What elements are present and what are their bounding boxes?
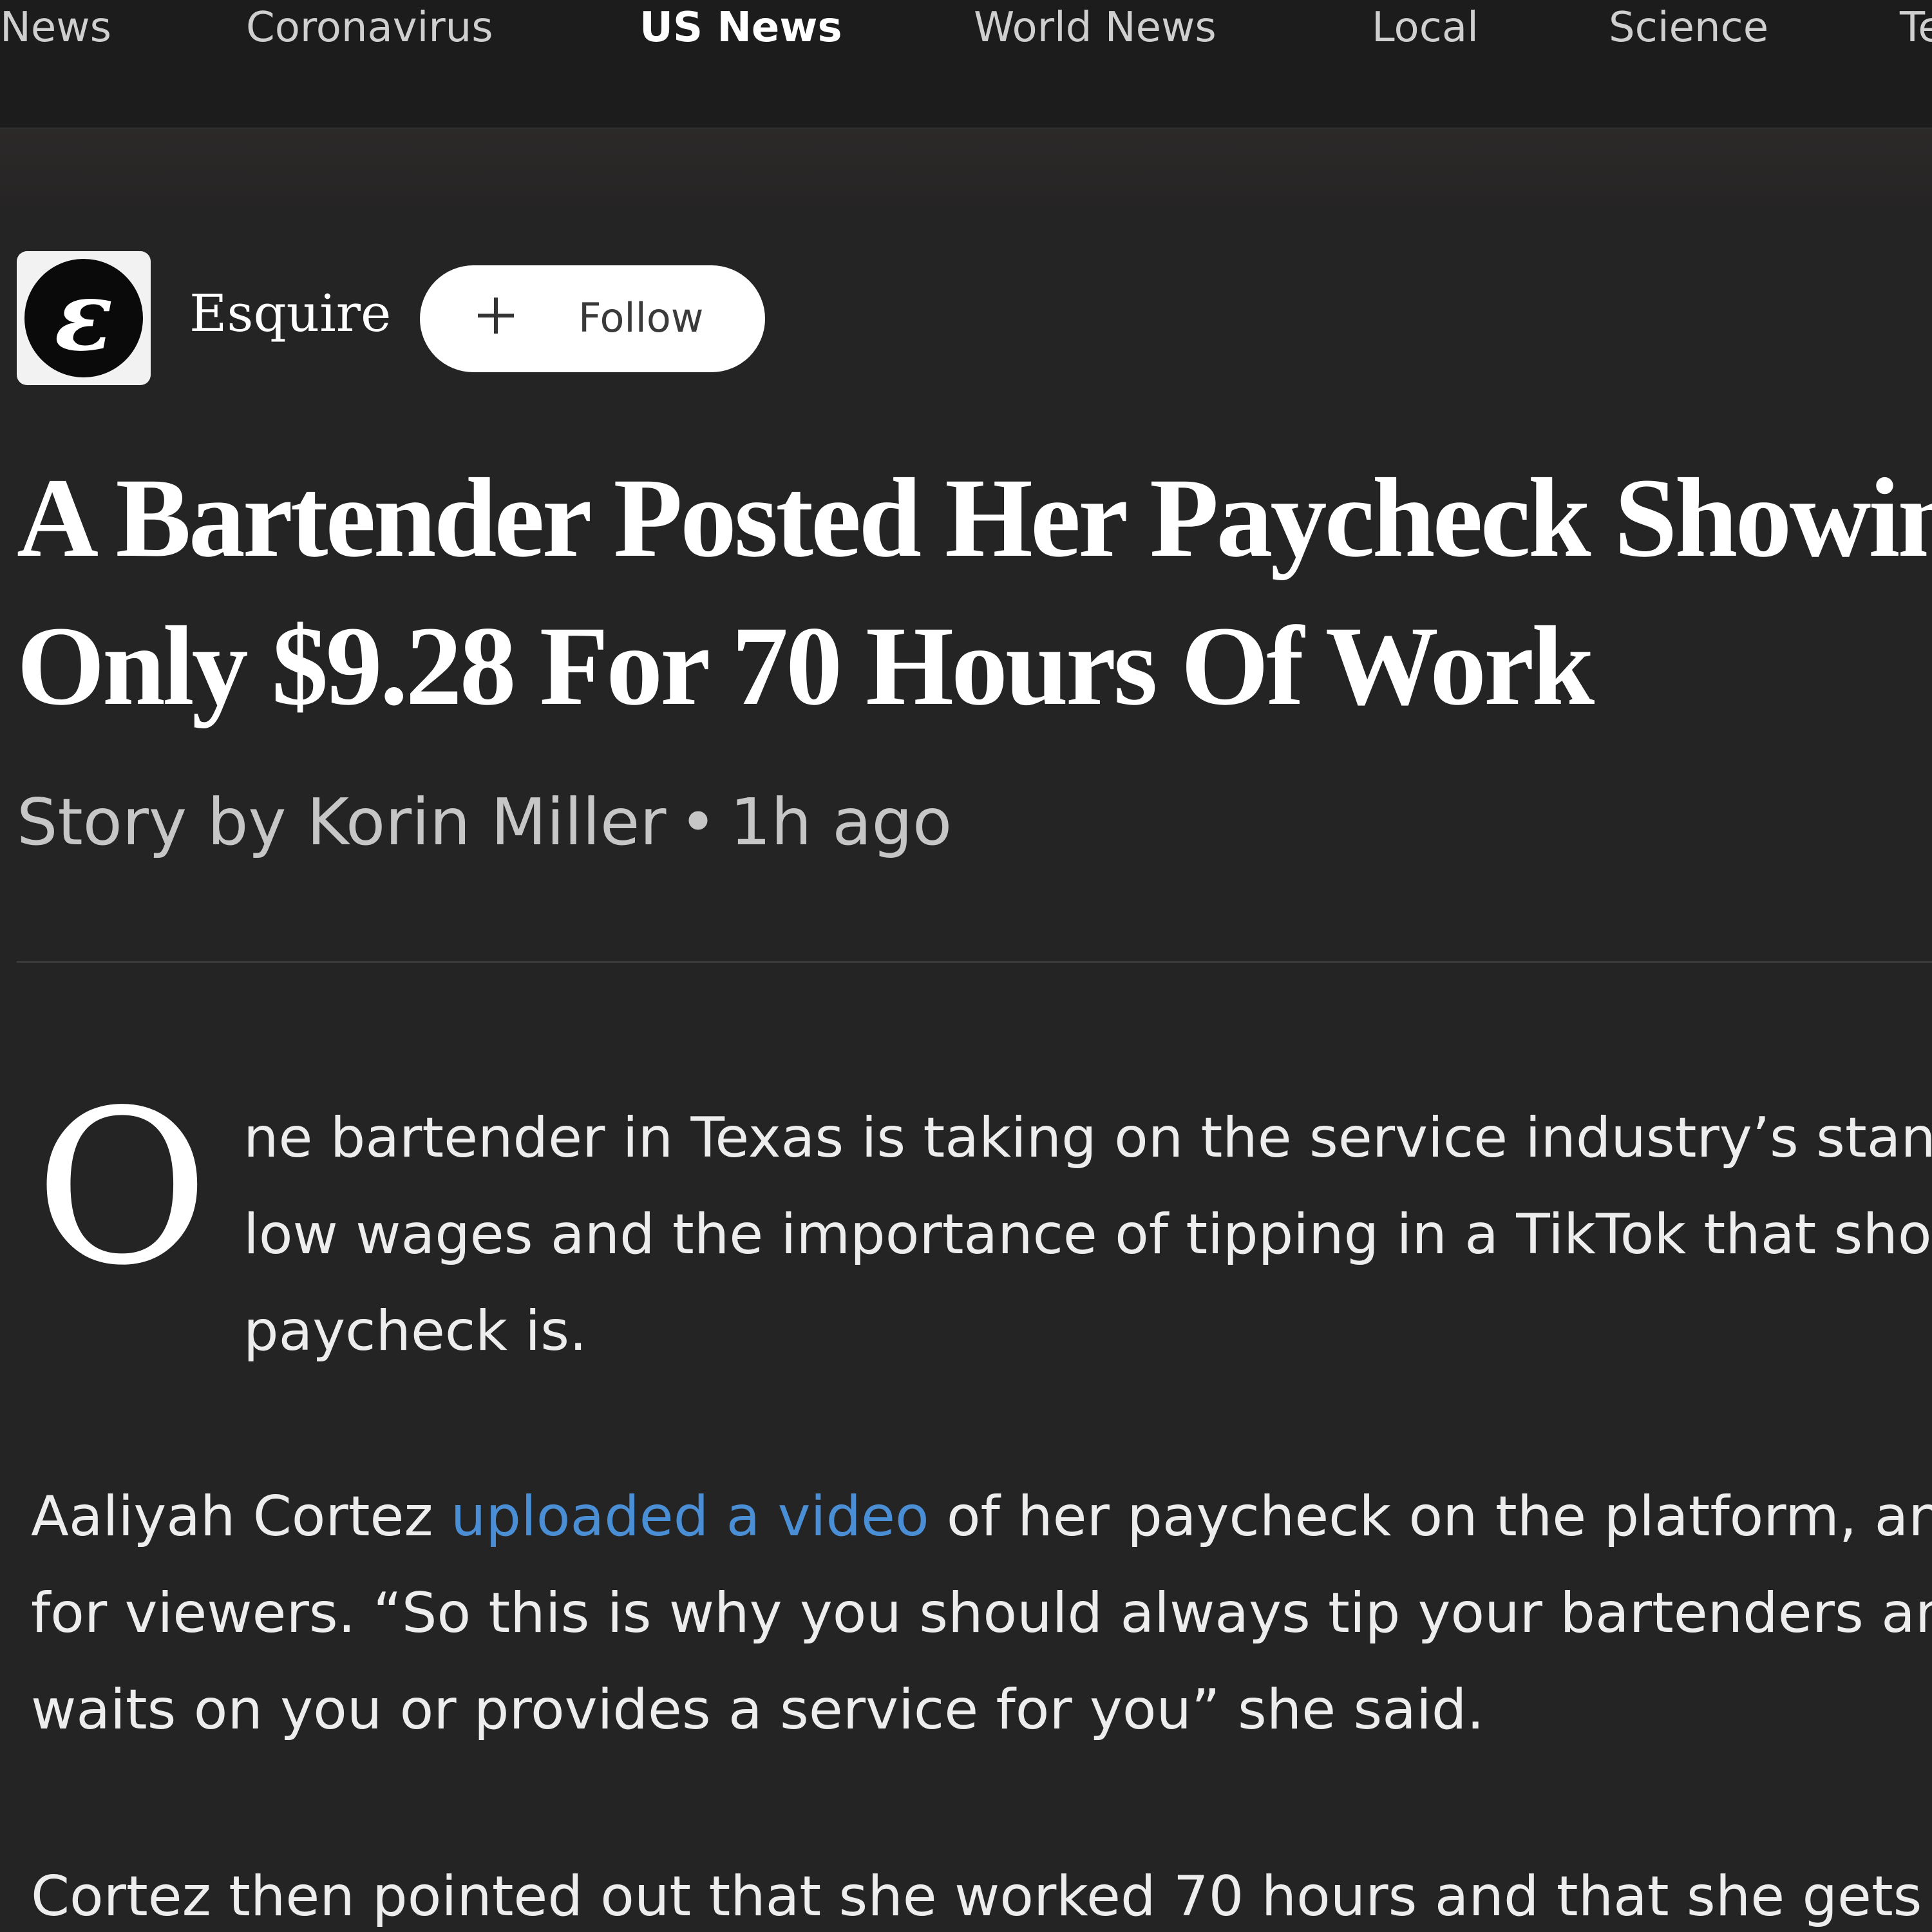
byline-author[interactable]: Story by Korin Miller (17, 784, 667, 860)
paragraph-2-line-2: for viewers. “So this is why you should … (31, 1581, 1932, 1645)
paragraph-1-line-3: paycheck is. (243, 1299, 587, 1363)
paragraph-2-text-after-link: of her paycheck on the platform, an (929, 1484, 1932, 1549)
paragraph-1-line-1: ne bartender in Texas is taking on the s… (243, 1106, 1932, 1170)
follow-button[interactable]: Follow (420, 265, 765, 372)
nav-item-us-news[interactable]: US News (639, 0, 842, 55)
headline-line-1: A Bartender Posted Her Paycheck Showing (17, 455, 1932, 581)
follow-label: Follow (578, 294, 704, 341)
headline-line-2: Only $9.28 For 70 Hours Of Work (17, 603, 1595, 729)
byline-separator: • (679, 784, 717, 860)
nav-item-truncated[interactable]: Te (1900, 0, 1932, 55)
byline: Story by Korin Miller • 1h ago (17, 781, 952, 864)
paragraph-3-line-1: Cortez then pointed out that she worked … (31, 1864, 1922, 1929)
paragraph-2-line-3: waits on you or provides a service for y… (31, 1678, 1484, 1742)
nav-item-coronavirus[interactable]: Coronavirus (246, 0, 493, 55)
uploaded-video-link[interactable]: uploaded a video (451, 1484, 929, 1549)
header-band (0, 129, 1932, 206)
esquire-logo-mark: ε (24, 259, 143, 377)
plus-icon (478, 298, 514, 334)
byline-time: 1h ago (730, 784, 952, 860)
source-name[interactable]: Esquire (189, 283, 391, 343)
article-headline: A Bartender Posted Her Paycheck Showing … (17, 444, 1932, 741)
nav-item-world-news[interactable]: World News (974, 0, 1217, 55)
paragraph-1-line-2: low wages and the importance of tipping … (243, 1202, 1932, 1267)
paragraph-2-text-before-link: Aaliyah Cortez (31, 1484, 451, 1549)
top-navigation: News Coronavirus US News World News Loca… (0, 0, 1932, 129)
divider (17, 961, 1932, 963)
drop-cap: O (35, 1065, 209, 1312)
nav-item-news[interactable]: News (0, 0, 111, 55)
nav-item-science[interactable]: Science (1609, 0, 1768, 55)
nav-item-local[interactable]: Local (1372, 0, 1479, 55)
esquire-logo[interactable]: ε (17, 251, 151, 385)
paragraph-2-line-1: Aaliyah Cortez uploaded a video of her p… (31, 1481, 1932, 1552)
